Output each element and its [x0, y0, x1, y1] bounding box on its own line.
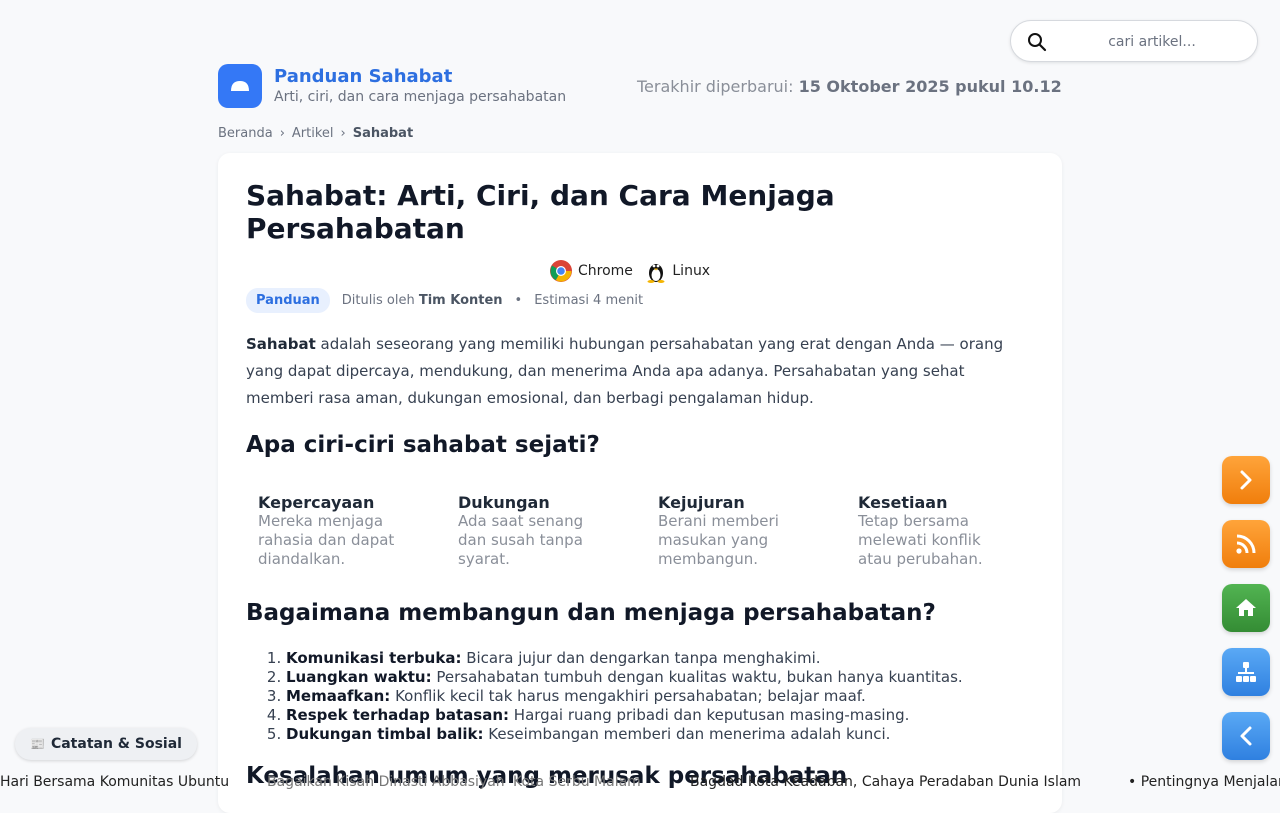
- sitemap-button[interactable]: [1222, 648, 1270, 696]
- site-logo[interactable]: [218, 64, 262, 108]
- notes-label: Catatan & Sosial: [50, 736, 182, 752]
- trait-card: Kesetiaan Tetap bersama melewati konflik…: [858, 493, 1008, 569]
- ticker-item[interactable]: Kota Serbu Malam: [513, 774, 641, 790]
- step-text: Bicara jujur dan dengarkan tanpa menghak…: [466, 649, 821, 667]
- heading-build: Bagaimana membangun dan menjaga persahab…: [246, 600, 936, 626]
- trait-title: Dukungan: [458, 493, 550, 512]
- sitemap-icon: [1236, 662, 1256, 682]
- breadcrumb-separator: ›: [340, 126, 346, 141]
- os-linux-label: Linux: [672, 263, 711, 279]
- home-button[interactable]: [1222, 584, 1270, 632]
- breadcrumb: Beranda › Artikel › Sahabat: [218, 126, 413, 141]
- traits-grid: Kepercayaan Mereka menjaga rahasia dan d…: [258, 493, 1058, 573]
- os-linux: Linux: [645, 259, 710, 283]
- last-updated: Terakhir diperbarui: 15 Oktober 2025 puk…: [637, 77, 1062, 96]
- step-bold: Memaafkan:: [286, 687, 391, 705]
- written-by-label: Ditulis oleh: [341, 292, 415, 308]
- category-badge[interactable]: Panduan: [246, 287, 330, 313]
- trait-title: Kepercayaan: [258, 493, 375, 512]
- list-item: Luangkan waktu: Persahabatan tumbuh deng…: [286, 668, 963, 687]
- step-text: Persahabatan tumbuh dengan kualitas wakt…: [436, 668, 963, 686]
- ticker-item[interactable]: Hari Bersama Komunitas Ubuntu: [0, 774, 229, 790]
- list-item: Respek terhadap batasan: Hargai ruang pr…: [286, 706, 963, 725]
- breadcrumb-home[interactable]: Beranda: [218, 126, 273, 141]
- heading-traits: Apa ciri-ciri sahabat sejati?: [246, 432, 600, 458]
- chevron-right-icon: [1240, 470, 1252, 490]
- article-card: Sahabat: Arti, Ciri, dan Cara Menjaga Pe…: [218, 153, 1062, 813]
- step-text: Konflik kecil tak harus mengakhiri persa…: [395, 687, 866, 705]
- step-bold: Luangkan waktu:: [286, 668, 432, 686]
- site-tagline: Arti, ciri, dan cara menjaga persahabata…: [274, 89, 567, 105]
- trait-desc: Tetap bersama melewati konflik atau peru…: [858, 512, 983, 568]
- os-chrome-label: Chrome: [578, 263, 633, 279]
- breadcrumb-current: Sahabat: [352, 126, 414, 141]
- article-meta: Panduan Ditulis oleh Tim Konten • Estima…: [246, 287, 643, 313]
- step-bold: Dukungan timbal balik:: [286, 725, 484, 743]
- rss-icon: [1236, 534, 1256, 554]
- notes-social-button[interactable]: 📰 Catatan & Sosial: [15, 728, 197, 760]
- search-icon: [1028, 33, 1047, 52]
- search-box[interactable]: [1010, 20, 1258, 62]
- step-bold: Komunikasi terbuka:: [286, 649, 462, 667]
- updated-value: 15 Oktober 2025 pukul 10.12: [798, 77, 1062, 96]
- home-icon: [1236, 599, 1256, 616]
- trait-desc: Berani memberi masukan yang membangun.: [658, 512, 779, 568]
- list-item: Komunikasi terbuka: Bicara jujur dan den…: [286, 649, 963, 668]
- search-input[interactable]: [1055, 29, 1249, 55]
- trait-card: Kejujuran Berani memberi masukan yang me…: [658, 493, 808, 569]
- ticker-item[interactable]: Bagdad Kota Keadaban, Cahaya Peradaban D…: [690, 774, 1081, 790]
- back-button[interactable]: [1222, 712, 1270, 760]
- logo-icon: [231, 81, 249, 91]
- trait-desc: Ada saat senang dan susah tanpa syarat.: [458, 512, 584, 568]
- list-item: Memaafkan: Konflik kecil tak harus menga…: [286, 687, 963, 706]
- step-bold: Respek terhadap batasan:: [286, 706, 510, 724]
- breadcrumb-separator: ›: [279, 126, 285, 141]
- reading-time: Estimasi 4 menit: [534, 292, 644, 308]
- step-text: Keseimbangan memberi dan menerima adalah…: [488, 725, 891, 743]
- newspaper-icon: 📰: [30, 737, 45, 751]
- intro-term: Sahabat: [246, 335, 316, 353]
- news-ticker: Hari Bersama Komunitas Ubuntu Bagaikan K…: [0, 772, 1280, 794]
- article-title: Sahabat: Arti, Ciri, dan Cara Menjaga Pe…: [246, 179, 835, 245]
- rss-button[interactable]: [1222, 520, 1270, 568]
- intro-paragraph: Sahabat adalah seseorang yang memiliki h…: [246, 331, 1034, 412]
- step-text: Hargai ruang pribadi dan keputusan masin…: [513, 706, 910, 724]
- os-row: Chrome Linux: [549, 259, 718, 285]
- list-item: Dukungan timbal balik: Keseimbangan memb…: [286, 725, 963, 744]
- next-button[interactable]: [1222, 456, 1270, 504]
- steps-list: Komunikasi terbuka: Bicara jujur dan den…: [246, 649, 963, 744]
- trait-card: Dukungan Ada saat senang dan susah tanpa…: [458, 493, 608, 569]
- ticker-item[interactable]: • Pentingnya Menjalani: [1128, 774, 1280, 790]
- trait-title: Kesetiaan: [858, 493, 948, 512]
- breadcrumb-articles[interactable]: Artikel: [292, 126, 334, 141]
- updated-label: Terakhir diperbarui:: [637, 77, 794, 96]
- ticker-item[interactable]: Bagaikan Kisah Dinasti Abbasiyah: [267, 774, 505, 790]
- author-name: Tim Konten: [418, 292, 503, 308]
- site-title[interactable]: Panduan Sahabat: [274, 66, 452, 87]
- trait-title: Kejujuran: [658, 493, 745, 512]
- trait-desc: Mereka menjaga rahasia dan dapat diandal…: [258, 512, 395, 568]
- intro-text: adalah seseorang yang memiliki hubungan …: [246, 335, 1004, 407]
- chrome-icon: [550, 260, 572, 282]
- linux-tux-icon: [647, 264, 665, 283]
- os-chrome: Chrome: [549, 259, 633, 283]
- trait-card: Kepercayaan Mereka menjaga rahasia dan d…: [258, 493, 408, 569]
- meta-separator: •: [514, 292, 523, 308]
- chevron-left-icon: [1240, 726, 1252, 746]
